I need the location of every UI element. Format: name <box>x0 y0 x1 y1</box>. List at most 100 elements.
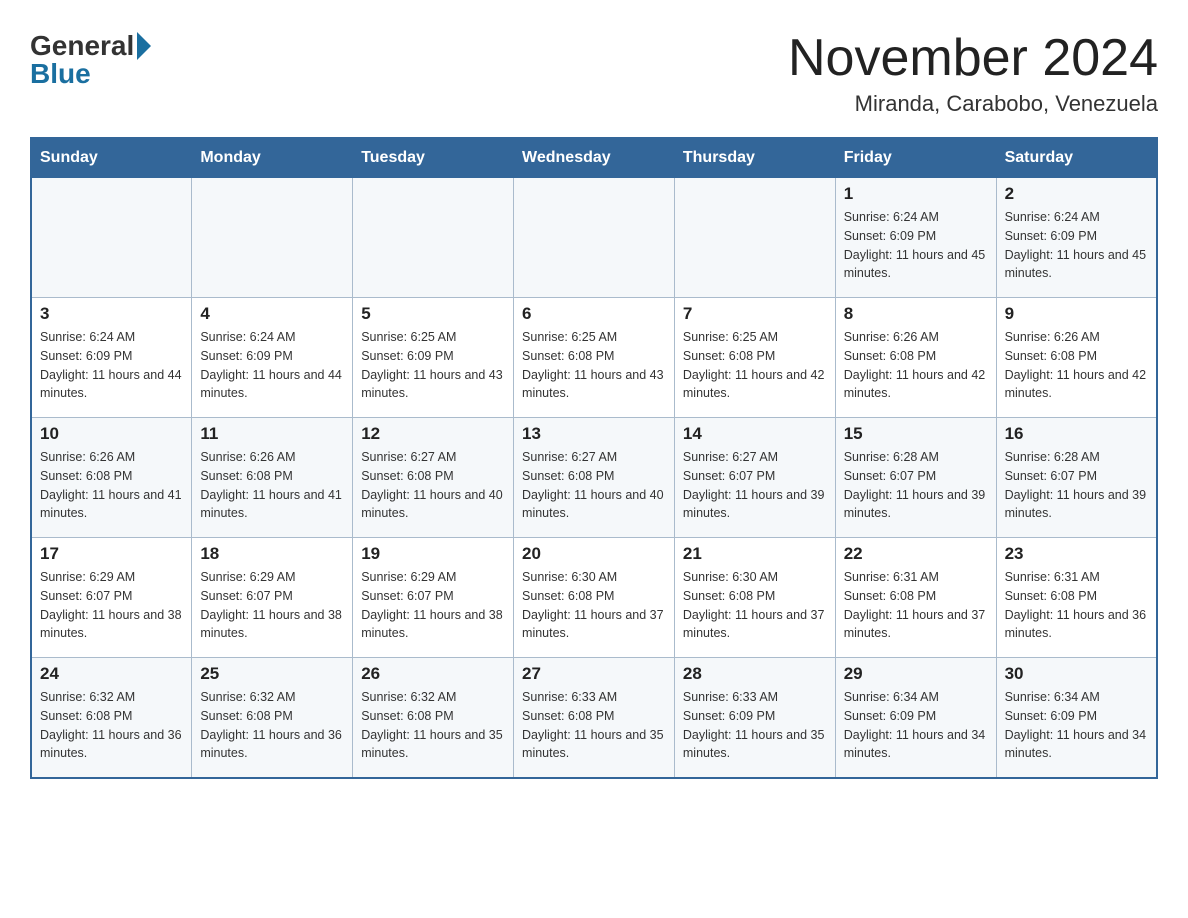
day-number: 21 <box>683 544 827 564</box>
day-number: 20 <box>522 544 666 564</box>
day-info: Sunrise: 6:33 AM Sunset: 6:08 PM Dayligh… <box>522 688 666 763</box>
calendar-week-row: 24 Sunrise: 6:32 AM Sunset: 6:08 PM Dayli… <box>31 658 1157 778</box>
day-info: Sunrise: 6:32 AM Sunset: 6:08 PM Dayligh… <box>200 688 344 763</box>
calendar-cell: 30Sunrise: 6:34 AM Sunset: 6:09 PM Dayli… <box>996 658 1157 778</box>
day-info: Sunrise: 6:24 AM Sunset: 6:09 PM Dayligh… <box>844 208 988 283</box>
calendar-cell: 19 Sunrise: 6:29 AM Sunset: 6:07 PM Dayli… <box>353 538 514 658</box>
calendar-cell <box>31 178 192 298</box>
calendar-cell: 22 Sunrise: 6:31 AM Sunset: 6:08 PM Dayli… <box>835 538 996 658</box>
day-number: 18 <box>200 544 344 564</box>
calendar-cell <box>192 178 353 298</box>
day-number: 24 <box>40 664 183 684</box>
day-info: Sunrise: 6:26 AM Sunset: 6:08 PM Dayligh… <box>1005 328 1148 403</box>
calendar-header-sunday: Sunday <box>31 138 192 178</box>
calendar-cell: 4 Sunrise: 6:24 AM Sunset: 6:09 PM Daylig… <box>192 298 353 418</box>
calendar-title: November 2024 <box>788 30 1158 87</box>
day-number: 15 <box>844 424 988 444</box>
day-info: Sunrise: 6:25 AM Sunset: 6:08 PM Dayligh… <box>683 328 827 403</box>
calendar-header-thursday: Thursday <box>674 138 835 178</box>
day-info: Sunrise: 6:30 AM Sunset: 6:08 PM Dayligh… <box>522 568 666 643</box>
day-number: 12 <box>361 424 505 444</box>
calendar-cell <box>514 178 675 298</box>
day-number: 29 <box>844 664 988 684</box>
calendar-cell: 20 Sunrise: 6:30 AM Sunset: 6:08 PM Dayli… <box>514 538 675 658</box>
day-info: Sunrise: 6:27 AM Sunset: 6:08 PM Dayligh… <box>361 448 505 523</box>
calendar-cell: 8Sunrise: 6:26 AM Sunset: 6:08 PM Daylig… <box>835 298 996 418</box>
day-info: Sunrise: 6:25 AM Sunset: 6:08 PM Dayligh… <box>522 328 666 403</box>
calendar-header-monday: Monday <box>192 138 353 178</box>
calendar-cell: 26Sunrise: 6:32 AM Sunset: 6:08 PM Dayli… <box>353 658 514 778</box>
day-number: 23 <box>1005 544 1148 564</box>
calendar-cell: 18 Sunrise: 6:29 AM Sunset: 6:07 PM Dayli… <box>192 538 353 658</box>
day-info: Sunrise: 6:26 AM Sunset: 6:08 PM Dayligh… <box>40 448 183 523</box>
calendar-cell: 2 Sunrise: 6:24 AM Sunset: 6:09 PM Daylig… <box>996 178 1157 298</box>
calendar-header-friday: Friday <box>835 138 996 178</box>
day-number: 27 <box>522 664 666 684</box>
day-info: Sunrise: 6:29 AM Sunset: 6:07 PM Dayligh… <box>40 568 183 643</box>
calendar-cell: 13 Sunrise: 6:27 AM Sunset: 6:08 PM Dayli… <box>514 418 675 538</box>
day-number: 7 <box>683 304 827 324</box>
logo-blue-text: Blue <box>30 58 91 90</box>
calendar-cell: 3Sunrise: 6:24 AM Sunset: 6:09 PM Daylig… <box>31 298 192 418</box>
calendar-cell: 24 Sunrise: 6:32 AM Sunset: 6:08 PM Dayli… <box>31 658 192 778</box>
day-info: Sunrise: 6:33 AM Sunset: 6:09 PM Dayligh… <box>683 688 827 763</box>
calendar-cell: 6 Sunrise: 6:25 AM Sunset: 6:08 PM Daylig… <box>514 298 675 418</box>
calendar-cell: 25 Sunrise: 6:32 AM Sunset: 6:08 PM Dayli… <box>192 658 353 778</box>
day-number: 16 <box>1005 424 1148 444</box>
day-number: 2 <box>1005 184 1148 204</box>
day-info: Sunrise: 6:32 AM Sunset: 6:08 PM Dayligh… <box>40 688 183 763</box>
calendar-cell: 16Sunrise: 6:28 AM Sunset: 6:07 PM Dayli… <box>996 418 1157 538</box>
day-number: 26 <box>361 664 505 684</box>
day-info: Sunrise: 6:27 AM Sunset: 6:07 PM Dayligh… <box>683 448 827 523</box>
day-info: Sunrise: 6:29 AM Sunset: 6:07 PM Dayligh… <box>200 568 344 643</box>
calendar-week-row: 17Sunrise: 6:29 AM Sunset: 6:07 PM Dayli… <box>31 538 1157 658</box>
logo: General Blue <box>30 30 151 90</box>
day-info: Sunrise: 6:24 AM Sunset: 6:09 PM Dayligh… <box>1005 208 1148 283</box>
day-info: Sunrise: 6:34 AM Sunset: 6:09 PM Dayligh… <box>844 688 988 763</box>
day-info: Sunrise: 6:24 AM Sunset: 6:09 PM Dayligh… <box>200 328 344 403</box>
day-number: 25 <box>200 664 344 684</box>
calendar-cell: 1 Sunrise: 6:24 AM Sunset: 6:09 PM Daylig… <box>835 178 996 298</box>
day-info: Sunrise: 6:31 AM Sunset: 6:08 PM Dayligh… <box>844 568 988 643</box>
day-number: 6 <box>522 304 666 324</box>
day-number: 22 <box>844 544 988 564</box>
day-number: 19 <box>361 544 505 564</box>
day-number: 1 <box>844 184 988 204</box>
day-info: Sunrise: 6:29 AM Sunset: 6:07 PM Dayligh… <box>361 568 505 643</box>
calendar-cell: 12 Sunrise: 6:27 AM Sunset: 6:08 PM Dayli… <box>353 418 514 538</box>
calendar-cell: 9 Sunrise: 6:26 AM Sunset: 6:08 PM Daylig… <box>996 298 1157 418</box>
calendar-cell <box>353 178 514 298</box>
calendar-cell: 27 Sunrise: 6:33 AM Sunset: 6:08 PM Dayli… <box>514 658 675 778</box>
day-number: 8 <box>844 304 988 324</box>
calendar-subtitle: Miranda, Carabobo, Venezuela <box>788 91 1158 117</box>
calendar-cell: 11Sunrise: 6:26 AM Sunset: 6:08 PM Dayli… <box>192 418 353 538</box>
day-number: 3 <box>40 304 183 324</box>
calendar-cell: 7 Sunrise: 6:25 AM Sunset: 6:08 PM Daylig… <box>674 298 835 418</box>
calendar-cell: 15 Sunrise: 6:28 AM Sunset: 6:07 PM Dayli… <box>835 418 996 538</box>
day-info: Sunrise: 6:31 AM Sunset: 6:08 PM Dayligh… <box>1005 568 1148 643</box>
day-info: Sunrise: 6:27 AM Sunset: 6:08 PM Dayligh… <box>522 448 666 523</box>
day-number: 5 <box>361 304 505 324</box>
calendar-cell: 14 Sunrise: 6:27 AM Sunset: 6:07 PM Dayli… <box>674 418 835 538</box>
day-number: 4 <box>200 304 344 324</box>
calendar-week-row: 1 Sunrise: 6:24 AM Sunset: 6:09 PM Daylig… <box>31 178 1157 298</box>
day-number: 9 <box>1005 304 1148 324</box>
calendar-cell: 21Sunrise: 6:30 AM Sunset: 6:08 PM Dayli… <box>674 538 835 658</box>
calendar-cell: 23 Sunrise: 6:31 AM Sunset: 6:08 PM Dayli… <box>996 538 1157 658</box>
day-number: 30 <box>1005 664 1148 684</box>
day-info: Sunrise: 6:25 AM Sunset: 6:09 PM Dayligh… <box>361 328 505 403</box>
page-header: General Blue November 2024 Miranda, Cara… <box>30 30 1158 117</box>
title-block: November 2024 Miranda, Carabobo, Venezue… <box>788 30 1158 117</box>
calendar-cell: 10 Sunrise: 6:26 AM Sunset: 6:08 PM Dayli… <box>31 418 192 538</box>
calendar-week-row: 3 Sunrise: 6:24 AM Sunset: 6:09 PM Daylig… <box>31 298 1157 418</box>
calendar-week-row: 10 Sunrise: 6:26 AM Sunset: 6:08 PM Dayli… <box>31 418 1157 538</box>
day-number: 14 <box>683 424 827 444</box>
day-number: 10 <box>40 424 183 444</box>
calendar-header-row: SundayMondayTuesdayWednesdayThursdayFrid… <box>31 138 1157 178</box>
day-number: 11 <box>200 424 344 444</box>
day-info: Sunrise: 6:28 AM Sunset: 6:07 PM Dayligh… <box>844 448 988 523</box>
calendar-table: SundayMondayTuesdayWednesdayThursdayFrid… <box>30 137 1158 779</box>
day-number: 13 <box>522 424 666 444</box>
calendar-cell: 29 Sunrise: 6:34 AM Sunset: 6:09 PM Dayli… <box>835 658 996 778</box>
calendar-header-saturday: Saturday <box>996 138 1157 178</box>
